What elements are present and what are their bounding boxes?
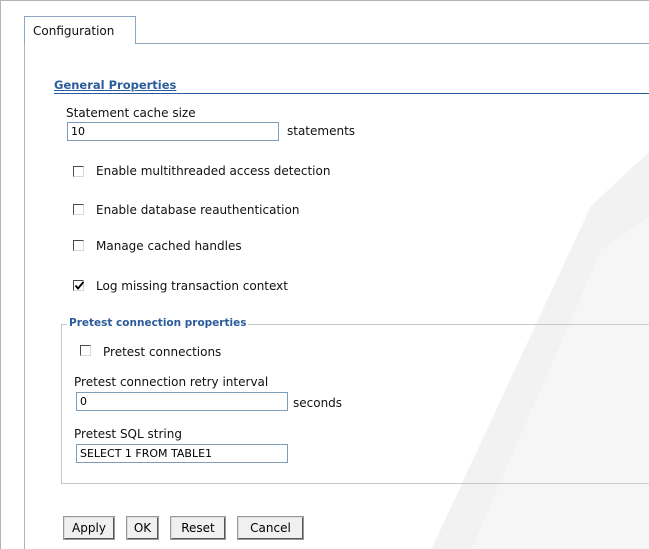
pretest-sql-input[interactable]: SELECT 1 FROM TABLE1	[76, 444, 288, 463]
multithreaded-access-checkbox[interactable]	[73, 166, 84, 177]
retry-interval-unit: seconds	[293, 396, 343, 410]
section-rule	[54, 93, 649, 94]
general-properties-heading: General Properties	[54, 78, 177, 92]
pretest-connections-checkbox[interactable]	[80, 345, 91, 356]
configuration-panel: Configuration General Properties Stateme…	[0, 0, 649, 549]
retry-interval-label: Pretest connection retry interval	[74, 375, 269, 389]
reauthentication-label: Enable database reauthentication	[96, 203, 300, 217]
pretest-sql-label: Pretest SQL string	[74, 427, 182, 441]
cancel-button[interactable]: Cancel	[237, 516, 304, 540]
manage-cached-handles-label: Manage cached handles	[96, 239, 242, 253]
tab-configuration-label: Configuration	[33, 24, 115, 38]
panel-border	[24, 43, 25, 549]
checkmark-icon	[74, 281, 85, 290]
log-missing-transaction-checkbox[interactable]	[73, 280, 85, 291]
manage-cached-handles-checkbox[interactable]	[73, 240, 84, 251]
pretest-legend: Pretest connection properties	[67, 317, 249, 329]
statement-cache-size-input[interactable]: 10	[67, 122, 279, 141]
log-missing-transaction-label: Log missing transaction context	[96, 279, 288, 293]
multithreaded-access-label: Enable multithreaded access detection	[96, 164, 331, 178]
tab-configuration[interactable]: Configuration	[24, 16, 136, 44]
tab-divider	[136, 43, 649, 44]
statement-cache-size-label: Statement cache size	[66, 106, 196, 120]
reauthentication-checkbox[interactable]	[73, 204, 84, 215]
ok-button[interactable]: OK	[126, 516, 159, 540]
apply-button[interactable]: Apply	[63, 516, 115, 540]
reset-button[interactable]: Reset	[170, 516, 226, 540]
retry-interval-input[interactable]: 0	[76, 392, 288, 411]
pretest-connections-label: Pretest connections	[103, 345, 222, 359]
statement-cache-size-unit: statements	[287, 124, 356, 138]
